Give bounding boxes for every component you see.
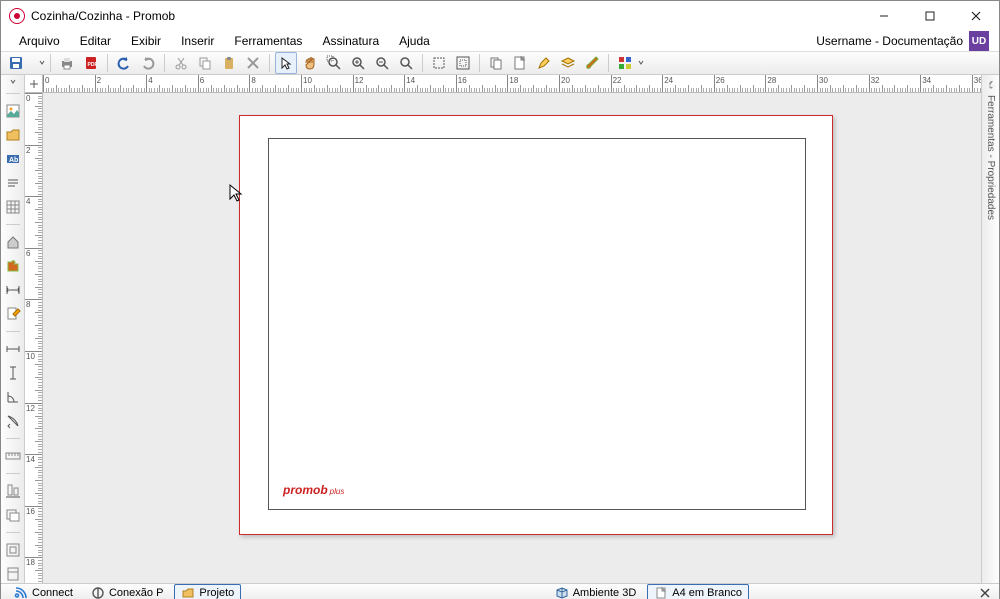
dropdown-caret-icon[interactable] [638,58,644,68]
dropdown-caret-icon[interactable] [39,58,45,68]
horizontal-ruler[interactable]: 024681012141618202224262830323436 [43,75,981,93]
sidebar-caret-icon[interactable] [10,79,16,85]
brush-tool[interactable] [581,52,603,74]
dim-angle-tool[interactable] [4,388,22,406]
rss-icon [14,586,28,599]
titlebar: Cozinha/Cozinha - Promob [1,1,999,31]
zoom-fit-button[interactable] [395,52,417,74]
layer-tool[interactable] [4,506,22,524]
zoom-window-button[interactable] [323,52,345,74]
menu-exibir[interactable]: Exibir [123,32,169,50]
textbox-tool[interactable]: Ab [4,150,22,168]
image-tool[interactable] [4,102,22,120]
dim-arc-tool[interactable] [4,412,22,430]
workarea: 024681012141618202224262830323436 024681… [25,75,981,583]
grid-tool[interactable] [4,198,22,216]
tab-conexao-p[interactable]: Conexão P [84,584,170,599]
canvas[interactable]: promobplus [43,93,981,583]
layers-button[interactable] [557,52,579,74]
folder-icon [181,586,195,599]
tab-connect[interactable]: Connect [7,584,80,599]
crop-inner-button[interactable] [452,52,474,74]
page-layout-tool[interactable] [4,565,22,583]
edit-page-tool[interactable] [4,305,22,323]
page-margin-frame: promobplus [268,138,806,510]
home-tool[interactable] [4,233,22,251]
redo-button[interactable] [137,52,159,74]
menu-assinatura[interactable]: Assinatura [314,32,387,50]
zoom-in-button[interactable] [347,52,369,74]
brand-main: promob [283,483,328,497]
pen-tool[interactable] [533,52,555,74]
tab-projeto[interactable]: Projeto [174,584,241,599]
cut-button[interactable] [170,52,192,74]
pointer-tool[interactable] [275,52,297,74]
ruler-corner[interactable] [25,75,43,93]
tab-label: Ambiente 3D [573,587,637,599]
new-page-button[interactable] [509,52,531,74]
page[interactable]: promobplus [239,115,833,535]
plogo-icon [91,586,105,599]
tab-ambiente-3d[interactable]: Ambiente 3D [548,584,644,599]
brand-sub: plus [330,487,345,496]
dim-v-tool[interactable] [4,364,22,382]
frame-tool[interactable] [4,541,22,559]
ruler-h-icon[interactable] [4,447,22,465]
align-tool[interactable] [4,482,22,500]
close-button[interactable] [953,1,999,31]
left-sidebar: Ab [1,75,25,583]
maximize-button[interactable] [907,1,953,31]
user-badge[interactable]: UD [969,31,989,51]
color-swatches-button[interactable] [614,52,636,74]
save-button[interactable] [5,52,27,74]
menu-arquivo[interactable]: Arquivo [11,32,68,50]
menu-editar[interactable]: Editar [72,32,119,50]
menu-inserir[interactable]: Inserir [173,32,222,50]
pages-button[interactable] [485,52,507,74]
brand-logo: promobplus [283,483,344,497]
undo-button[interactable] [113,52,135,74]
pdf-export-button[interactable]: PDF [80,52,102,74]
wrench-icon [985,79,997,91]
menu-ferramentas[interactable]: Ferramentas [226,32,310,50]
measure-tool[interactable] [4,281,22,299]
right-panel-label: Ferramentas - Propriedades [985,95,996,220]
vertical-ruler[interactable]: 024681012141618 [25,93,43,583]
page-icon [654,586,668,599]
crop-outer-button[interactable] [428,52,450,74]
window-title: Cozinha/Cozinha - Promob [31,9,175,23]
right-panel-collapsed[interactable]: Ferramentas - Propriedades [981,75,999,583]
tab-label: Connect [32,587,73,599]
folder-tool[interactable] [4,126,22,144]
pan-tool[interactable] [299,52,321,74]
bottom-tabs: Connect Conexão P Projeto Ambiente 3D A4… [1,583,999,599]
paste-button[interactable] [218,52,240,74]
tab-label: A4 em Branco [672,587,742,599]
main-toolbar: PDF [1,51,999,75]
app-icon [9,8,25,24]
dim-h-tool[interactable] [4,340,22,358]
menubar: Arquivo Editar Exibir Inserir Ferramenta… [1,31,999,51]
tab-close-button[interactable] [977,585,993,599]
minimize-button[interactable] [861,1,907,31]
cube-icon [555,586,569,599]
svg-text:PDF: PDF [88,62,98,68]
user-label[interactable]: Username - Documentação [816,34,963,48]
tab-label: Projeto [199,587,234,599]
print-button[interactable] [56,52,78,74]
menu-ajuda[interactable]: Ajuda [391,32,438,50]
tab-a4-em-branco[interactable]: A4 em Branco [647,584,749,599]
copy-button[interactable] [194,52,216,74]
jigsaw-icon[interactable] [4,257,22,275]
delete-button[interactable] [242,52,264,74]
tab-label: Conexão P [109,587,163,599]
text-tool[interactable] [4,174,22,192]
svg-text:Ab: Ab [9,157,18,164]
zoom-out-button[interactable] [371,52,393,74]
